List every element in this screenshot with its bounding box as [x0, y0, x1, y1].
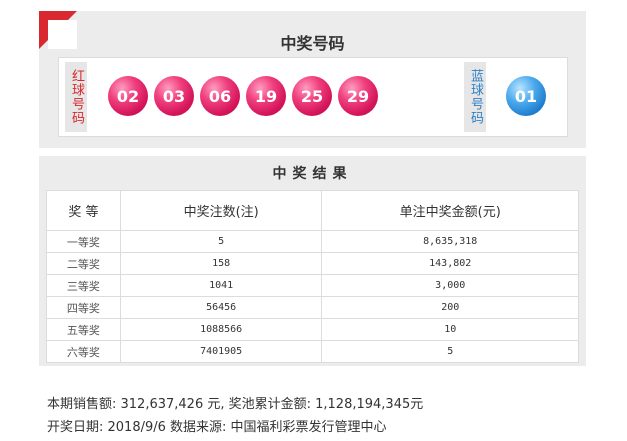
winner-count: 5: [119, 230, 323, 253]
sales-summary: 本期销售额: 312,637,426 元, 奖池累计金额: 1,128,194,…: [47, 397, 424, 412]
prize-level: 三等奖: [46, 274, 121, 297]
winner-count: 7401905: [119, 340, 323, 363]
results-table: 奖 等 中奖注数(注) 单注中奖金额(元) 一等奖 5 8,635,318 二等…: [46, 190, 579, 363]
red-ball: 03: [154, 76, 194, 116]
draw-date-source: 开奖日期: 2018/9/6 数据来源: 中国福利彩票发行管理中心: [47, 420, 387, 435]
red-ball: 19: [246, 76, 286, 116]
winner-count: 1088566: [119, 318, 323, 341]
winner-count: 1041: [119, 274, 323, 297]
red-ball: 06: [200, 76, 240, 116]
prize-level: 一等奖: [46, 230, 121, 253]
table-row: 一等奖 5 8,635,318: [46, 230, 579, 253]
table-row: 四等奖 56456 200: [46, 296, 579, 319]
winner-count: 56456: [119, 296, 323, 319]
winning-numbers-title: 中奖号码: [280, 34, 345, 53]
prize-amount: 8,635,318: [321, 230, 579, 253]
prize-amount: 200: [321, 296, 579, 319]
prize-level: 五等奖: [46, 318, 121, 341]
red-ball: 25: [292, 76, 332, 116]
table-row: 二等奖 158 143,802: [46, 252, 579, 275]
table-header-row: 奖 等 中奖注数(注) 单注中奖金额(元): [46, 190, 579, 231]
red-ball-label: 红球号码: [65, 62, 87, 132]
blue-ball-label: 蓝球号码: [464, 62, 486, 132]
column-header-level: 奖 等: [46, 190, 121, 231]
table-row: 三等奖 1041 3,000: [46, 274, 579, 297]
results-title: 中奖结果: [272, 166, 353, 182]
prize-amount: 3,000: [321, 274, 579, 297]
table-row: 五等奖 1088566 10: [46, 318, 579, 341]
prize-amount: 10: [321, 318, 579, 341]
prize-amount: 143,802: [321, 252, 579, 275]
column-header-count: 中奖注数(注): [119, 190, 323, 231]
prize-level: 二等奖: [46, 252, 121, 275]
prize-level: 六等奖: [46, 340, 121, 363]
column-header-amount: 单注中奖金额(元): [321, 190, 579, 231]
winner-count: 158: [119, 252, 323, 275]
red-ball: 02: [108, 76, 148, 116]
red-ball: 29: [338, 76, 378, 116]
blue-ball: 01: [506, 76, 546, 116]
prize-level: 四等奖: [46, 296, 121, 319]
prize-amount: 5: [321, 340, 579, 363]
table-row: 六等奖 7401905 5: [46, 340, 579, 363]
